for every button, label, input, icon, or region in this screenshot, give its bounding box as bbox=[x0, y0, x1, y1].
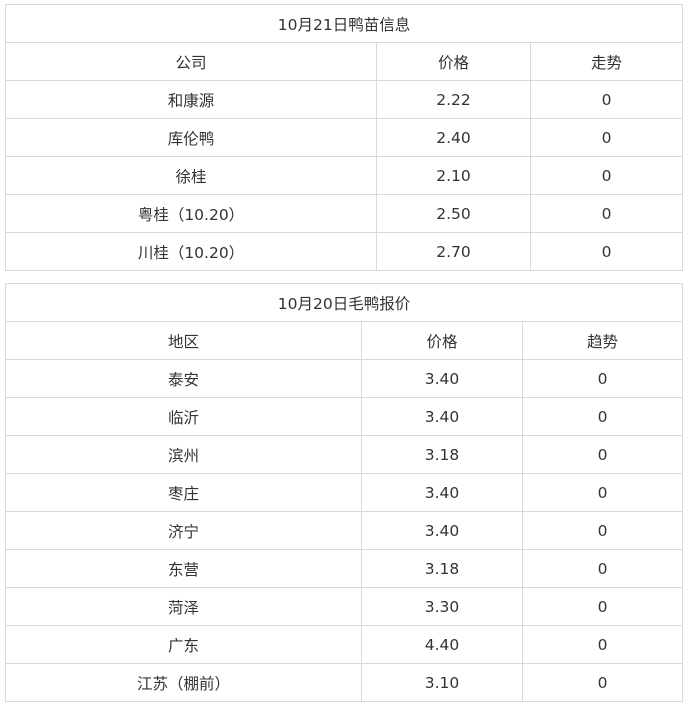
trend-cell: 0 bbox=[522, 625, 683, 664]
company-cell: 和康源 bbox=[5, 80, 377, 119]
price-cell: 3.40 bbox=[361, 397, 523, 436]
price-cell: 3.30 bbox=[361, 587, 523, 626]
table-title: 10月21日鸭苗信息 bbox=[5, 4, 683, 43]
price-cell: 3.10 bbox=[361, 663, 523, 702]
trend-cell: 0 bbox=[522, 435, 683, 474]
column-header-price: 价格 bbox=[376, 42, 531, 81]
table-header-row: 地区 价格 趋势 bbox=[5, 321, 683, 360]
region-cell: 泰安 bbox=[5, 359, 362, 398]
price-cell: 3.40 bbox=[361, 359, 523, 398]
table-row: 菏泽 3.30 0 bbox=[5, 587, 683, 626]
table-row: 枣庄 3.40 0 bbox=[5, 473, 683, 512]
table-title: 10月20日毛鸭报价 bbox=[5, 283, 683, 322]
trend-cell: 0 bbox=[530, 80, 683, 119]
region-cell: 济宁 bbox=[5, 511, 362, 550]
price-cell: 3.40 bbox=[361, 511, 523, 550]
company-cell: 川桂（10.20） bbox=[5, 232, 377, 271]
region-cell: 临沂 bbox=[5, 397, 362, 436]
trend-cell: 0 bbox=[522, 587, 683, 626]
table-row: 济宁 3.40 0 bbox=[5, 511, 683, 550]
meat-duck-price-table: 10月20日毛鸭报价 地区 价格 趋势 泰安 3.40 0 临沂 3.40 0 … bbox=[5, 283, 683, 702]
trend-cell: 0 bbox=[522, 359, 683, 398]
trend-cell: 0 bbox=[522, 663, 683, 702]
table-row: 徐桂 2.10 0 bbox=[5, 156, 683, 195]
trend-cell: 0 bbox=[522, 549, 683, 588]
column-header-trend: 趋势 bbox=[522, 321, 683, 360]
trend-cell: 0 bbox=[522, 397, 683, 436]
table-row: 江苏（棚前） 3.10 0 bbox=[5, 663, 683, 702]
trend-cell: 0 bbox=[522, 473, 683, 512]
price-cell: 3.40 bbox=[361, 473, 523, 512]
region-cell: 广东 bbox=[5, 625, 362, 664]
table-row: 临沂 3.40 0 bbox=[5, 397, 683, 436]
price-cell: 2.22 bbox=[376, 80, 531, 119]
region-cell: 枣庄 bbox=[5, 473, 362, 512]
company-cell: 粤桂（10.20） bbox=[5, 194, 377, 233]
trend-cell: 0 bbox=[522, 511, 683, 550]
company-cell: 库伦鸭 bbox=[5, 118, 377, 157]
price-cell: 2.40 bbox=[376, 118, 531, 157]
price-cell: 2.50 bbox=[376, 194, 531, 233]
table-title-row: 10月20日毛鸭报价 bbox=[5, 283, 683, 322]
region-cell: 东营 bbox=[5, 549, 362, 588]
column-header-trend: 走势 bbox=[530, 42, 683, 81]
price-cell: 3.18 bbox=[361, 435, 523, 474]
table-row: 滨州 3.18 0 bbox=[5, 435, 683, 474]
table-header-row: 公司 价格 走势 bbox=[5, 42, 683, 81]
table-row: 库伦鸭 2.40 0 bbox=[5, 118, 683, 157]
price-cell: 2.10 bbox=[376, 156, 531, 195]
price-cell: 2.70 bbox=[376, 232, 531, 271]
column-header-company: 公司 bbox=[5, 42, 377, 81]
trend-cell: 0 bbox=[530, 232, 683, 271]
trend-cell: 0 bbox=[530, 156, 683, 195]
trend-cell: 0 bbox=[530, 194, 683, 233]
table-row: 东营 3.18 0 bbox=[5, 549, 683, 588]
price-cell: 4.40 bbox=[361, 625, 523, 664]
table-row: 和康源 2.22 0 bbox=[5, 80, 683, 119]
column-header-region: 地区 bbox=[5, 321, 362, 360]
table-row: 泰安 3.40 0 bbox=[5, 359, 683, 398]
column-header-price: 价格 bbox=[361, 321, 523, 360]
company-cell: 徐桂 bbox=[5, 156, 377, 195]
region-cell: 菏泽 bbox=[5, 587, 362, 626]
region-cell: 滨州 bbox=[5, 435, 362, 474]
table-row: 广东 4.40 0 bbox=[5, 625, 683, 664]
table-row: 粤桂（10.20） 2.50 0 bbox=[5, 194, 683, 233]
trend-cell: 0 bbox=[530, 118, 683, 157]
duckling-price-table: 10月21日鸭苗信息 公司 价格 走势 和康源 2.22 0 库伦鸭 2.40 … bbox=[5, 4, 683, 271]
price-cell: 3.18 bbox=[361, 549, 523, 588]
table-row: 川桂（10.20） 2.70 0 bbox=[5, 232, 683, 271]
region-cell: 江苏（棚前） bbox=[5, 663, 362, 702]
table-title-row: 10月21日鸭苗信息 bbox=[5, 4, 683, 43]
